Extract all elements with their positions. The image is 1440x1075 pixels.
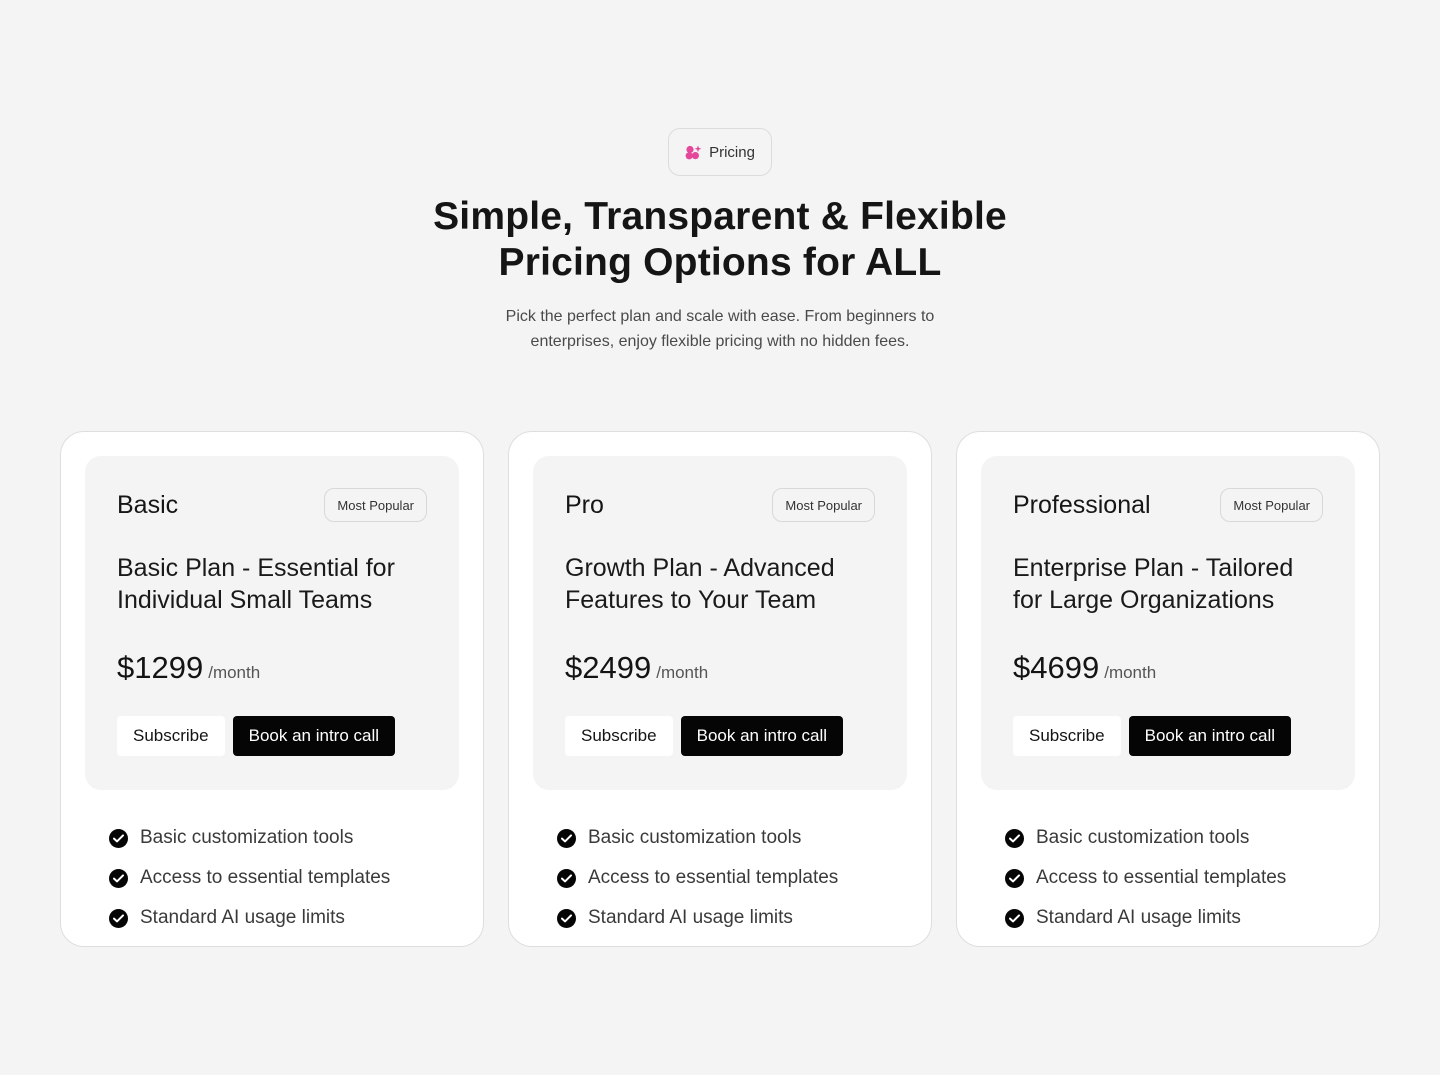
feature-list: Basic customization tools Access to esse…	[85, 818, 459, 938]
plan-description: Basic Plan - Essential for Individual Sm…	[117, 554, 395, 614]
plan-name: Basic	[117, 490, 179, 519]
check-circle-icon	[109, 828, 128, 848]
most-popular-badge: Most Popular	[324, 488, 427, 522]
price-row: $1299 /month	[117, 650, 427, 686]
list-item: Standard AI usage limits	[557, 898, 907, 938]
feature-label: Standard AI usage limits	[588, 907, 793, 928]
plan-card-header: Professional Most Popular Enterprise Pla…	[981, 456, 1355, 790]
list-item: Basic customization tools	[109, 818, 459, 858]
plan-name: Pro	[565, 490, 604, 519]
list-item: Access to essential templates	[1005, 858, 1355, 898]
most-popular-badge: Most Popular	[772, 488, 875, 522]
list-item: Basic customization tools	[557, 818, 907, 858]
sparkle-cluster-icon	[685, 145, 702, 160]
pricing-pill: Pricing	[668, 128, 772, 176]
pricing-pill-label: Pricing	[709, 143, 755, 161]
check-circle-icon	[1005, 828, 1024, 848]
check-circle-icon	[557, 908, 576, 928]
check-circle-icon	[557, 868, 576, 888]
book-intro-call-button[interactable]: Book an intro call	[232, 716, 396, 756]
most-popular-badge: Most Popular	[1220, 488, 1323, 522]
list-item: Standard AI usage limits	[1005, 898, 1355, 938]
check-circle-icon	[557, 828, 576, 848]
pricing-cards: Basic Most Popular Basic Plan - Essentia…	[60, 431, 1380, 947]
feature-label: Standard AI usage limits	[140, 907, 345, 928]
subscribe-button[interactable]: Subscribe	[565, 716, 673, 756]
list-item: Standard AI usage limits	[109, 898, 459, 938]
page-title-line-1: Simple, Transparent & Flexible	[433, 195, 1007, 238]
price-row: $4699 /month	[1013, 650, 1323, 686]
price-period: /month	[1104, 663, 1157, 682]
price-period: /month	[208, 663, 261, 682]
plan-name: Professional	[1013, 490, 1151, 519]
feature-label: Basic customization tools	[1036, 827, 1250, 848]
plan-card-professional: Professional Most Popular Enterprise Pla…	[956, 431, 1380, 947]
check-circle-icon	[1005, 908, 1024, 928]
page-title-line-2: Pricing Options for ALL	[498, 241, 942, 284]
plan-card-pro: Pro Most Popular Growth Plan - Advanced …	[508, 431, 932, 947]
feature-label: Basic customization tools	[588, 827, 802, 848]
feature-label: Access to essential templates	[1036, 867, 1287, 888]
book-intro-call-button[interactable]: Book an intro call	[680, 716, 844, 756]
list-item: Basic customization tools	[1005, 818, 1355, 858]
plan-description: Enterprise Plan - Tailored for Large Org…	[1013, 554, 1294, 614]
plan-price: $1299	[117, 650, 204, 685]
page-subtitle: Pick the perfect plan and scale with eas…	[505, 308, 935, 350]
check-circle-icon	[109, 908, 128, 928]
feature-list: Basic customization tools Access to esse…	[533, 818, 907, 938]
plan-price: $2499	[565, 650, 652, 685]
check-circle-icon	[1005, 868, 1024, 888]
feature-label: Standard AI usage limits	[1036, 907, 1241, 928]
book-intro-call-button[interactable]: Book an intro call	[1128, 716, 1292, 756]
check-circle-icon	[109, 868, 128, 888]
page-title: Simple, Transparent & Flexible Pricing O…	[433, 194, 1007, 286]
plan-card-header: Basic Most Popular Basic Plan - Essentia…	[85, 456, 459, 790]
feature-label: Access to essential templates	[588, 867, 839, 888]
feature-label: Basic customization tools	[140, 827, 354, 848]
feature-label: Access to essential templates	[140, 867, 391, 888]
price-row: $2499 /month	[565, 650, 875, 686]
subscribe-button[interactable]: Subscribe	[117, 716, 225, 756]
pricing-hero: Pricing Simple, Transparent & Flexible P…	[0, 128, 1440, 354]
plan-description: Growth Plan - Advanced Features to Your …	[565, 554, 835, 614]
plan-card-basic: Basic Most Popular Basic Plan - Essentia…	[60, 431, 484, 947]
feature-list: Basic customization tools Access to esse…	[981, 818, 1355, 938]
pricing-page: Pricing Simple, Transparent & Flexible P…	[0, 0, 1440, 1075]
list-item: Access to essential templates	[557, 858, 907, 898]
plan-card-header: Pro Most Popular Growth Plan - Advanced …	[533, 456, 907, 790]
price-period: /month	[656, 663, 709, 682]
plan-price: $4699	[1013, 650, 1100, 685]
list-item: Access to essential templates	[109, 858, 459, 898]
subscribe-button[interactable]: Subscribe	[1013, 716, 1121, 756]
